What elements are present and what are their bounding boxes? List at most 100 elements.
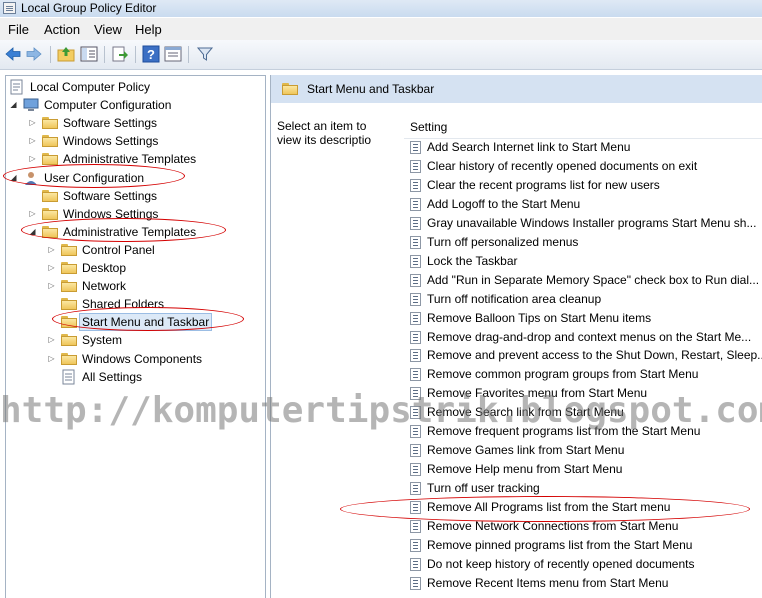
collapse-arrow-icon[interactable]: ◢ bbox=[9, 96, 18, 114]
expand-arrow-icon[interactable]: ▷ bbox=[28, 114, 37, 132]
user-icon bbox=[25, 171, 37, 185]
policy-setting-icon bbox=[410, 159, 421, 173]
forward-arrow-icon[interactable] bbox=[25, 45, 43, 63]
window-title: Local Group Policy Editor bbox=[21, 1, 157, 15]
policy-setting-icon bbox=[410, 387, 421, 401]
setting-row[interactable]: Remove Recent Items menu from Start Menu bbox=[408, 574, 762, 593]
setting-row[interactable]: Gray unavailable Windows Installer progr… bbox=[408, 214, 762, 233]
folder-icon bbox=[42, 135, 58, 148]
policy-setting-icon bbox=[410, 368, 421, 382]
setting-row[interactable]: Remove and prevent access to the Shut Do… bbox=[408, 346, 762, 365]
setting-label: Remove drag-and-drop and context menus o… bbox=[427, 329, 752, 344]
policy-setting-icon bbox=[410, 311, 421, 325]
folder-icon bbox=[61, 352, 77, 365]
policy-setting-icon bbox=[410, 463, 421, 477]
policy-setting-icon bbox=[410, 273, 421, 287]
expand-arrow-icon[interactable]: ▷ bbox=[47, 350, 56, 368]
expand-arrow-icon[interactable]: ▷ bbox=[47, 241, 56, 259]
setting-row[interactable]: Remove frequent programs list from the S… bbox=[408, 422, 762, 441]
setting-row[interactable]: Clear the recent programs list for new u… bbox=[408, 176, 762, 195]
setting-label: Remove Search link from Start Menu bbox=[427, 405, 624, 420]
folder-icon bbox=[61, 262, 77, 274]
policy-setting-icon bbox=[410, 235, 421, 249]
policy-setting-icon bbox=[410, 292, 421, 306]
setting-row[interactable]: Remove Favorites menu from Start Menu bbox=[408, 384, 762, 403]
setting-label: Remove Network Connections from Start Me… bbox=[427, 519, 679, 533]
title-bar: Local Group Policy Editor bbox=[0, 0, 762, 17]
tree-node-label: Windows Settings bbox=[63, 134, 159, 149]
policy-setting-icon bbox=[410, 576, 421, 590]
policy-setting-icon bbox=[410, 482, 421, 496]
expand-arrow-icon[interactable]: ▷ bbox=[28, 150, 37, 168]
folder-icon bbox=[61, 334, 77, 347]
properties-icon[interactable] bbox=[164, 45, 182, 63]
menu-file[interactable]: File bbox=[8, 22, 29, 37]
setting-row[interactable]: Add Search Internet link to Start Menu bbox=[408, 138, 762, 157]
folder-icon bbox=[42, 153, 58, 166]
menu-view[interactable]: View bbox=[94, 22, 122, 37]
setting-row[interactable]: Remove common program groups from Start … bbox=[408, 365, 762, 384]
expand-arrow-icon[interactable]: ▷ bbox=[28, 132, 37, 150]
show-hide-tree-icon[interactable] bbox=[80, 45, 98, 63]
policy-setting-icon bbox=[410, 178, 421, 192]
export-list-icon[interactable] bbox=[111, 45, 129, 63]
setting-row[interactable]: Remove pinned programs list from the Sta… bbox=[408, 536, 762, 555]
tree-node-label: Administrative Templates bbox=[63, 152, 197, 167]
setting-row[interactable]: Remove Games link from Start Menu bbox=[408, 441, 762, 460]
all-settings-icon bbox=[62, 369, 75, 385]
menu-action[interactable]: Action bbox=[44, 22, 80, 37]
expand-arrow-icon[interactable]: ▷ bbox=[47, 259, 56, 277]
setting-row[interactable]: Remove drag-and-drop and context menus o… bbox=[408, 328, 762, 347]
expand-arrow-icon[interactable]: ▷ bbox=[28, 205, 37, 223]
setting-label: Remove frequent programs list from the S… bbox=[427, 424, 701, 439]
setting-row[interactable]: Remove Balloon Tips on Start Menu items bbox=[408, 309, 762, 328]
toolbar-separator bbox=[50, 46, 51, 63]
tree-node-label: All Settings bbox=[82, 369, 143, 384]
setting-row[interactable]: Turn off notification area cleanup bbox=[408, 290, 762, 309]
setting-row[interactable]: Remove Search link from Start Menu bbox=[408, 403, 762, 422]
filter-icon[interactable] bbox=[196, 45, 214, 63]
policy-setting-icon bbox=[410, 254, 421, 268]
policy-setting-icon bbox=[410, 197, 421, 211]
policy-setting-icon bbox=[410, 538, 421, 552]
collapse-arrow-icon[interactable]: ◢ bbox=[28, 223, 37, 241]
setting-row[interactable]: Remove Help menu from Start Menu bbox=[408, 460, 762, 479]
policy-setting-icon bbox=[410, 444, 421, 458]
expand-arrow-icon[interactable]: ▷ bbox=[47, 277, 56, 295]
setting-column-header[interactable]: Setting bbox=[404, 116, 762, 139]
setting-row[interactable]: Remove Network Connections from Start Me… bbox=[408, 517, 762, 536]
help-icon[interactable]: ? bbox=[142, 45, 160, 63]
setting-label: Remove Balloon Tips on Start Menu items bbox=[427, 310, 652, 325]
details-title: Start Menu and Taskbar bbox=[307, 82, 435, 96]
setting-row[interactable]: Clear history of recently opened documen… bbox=[408, 157, 762, 176]
setting-label: Remove and prevent access to the Shut Do… bbox=[427, 348, 762, 363]
setting-row[interactable]: Add Logoff to the Start Menu bbox=[408, 195, 762, 214]
setting-row[interactable]: Turn off personalized menus bbox=[408, 233, 762, 252]
menu-bar: File Action View Help bbox=[0, 18, 762, 40]
back-arrow-icon[interactable] bbox=[4, 45, 22, 63]
setting-row[interactable]: Add "Run in Separate Memory Space" check… bbox=[408, 271, 762, 290]
policy-setting-icon bbox=[410, 141, 421, 154]
setting-label: Add Search Internet link to Start Menu bbox=[427, 140, 631, 154]
toolbar: ? bbox=[0, 40, 762, 70]
expand-arrow-icon[interactable]: ▷ bbox=[47, 331, 56, 349]
setting-label: Lock the Taskbar bbox=[427, 253, 518, 268]
policy-setting-icon bbox=[410, 330, 421, 344]
toolbar-separator bbox=[104, 46, 105, 63]
setting-row[interactable]: Do not keep history of recently opened d… bbox=[408, 555, 762, 574]
collapse-arrow-icon[interactable]: ◢ bbox=[9, 169, 18, 187]
setting-label: Turn off user tracking bbox=[427, 481, 540, 496]
setting-row[interactable]: Turn off user tracking bbox=[408, 479, 762, 498]
setting-label: Add "Run in Separate Memory Space" check… bbox=[427, 272, 760, 287]
setting-row[interactable]: Lock the Taskbar bbox=[408, 252, 762, 271]
policy-setting-icon bbox=[410, 216, 421, 230]
up-folder-icon[interactable] bbox=[57, 45, 75, 63]
setting-row[interactable]: Remove All Programs list from the Start … bbox=[408, 498, 762, 517]
policy-setting-icon bbox=[410, 425, 421, 439]
menu-help[interactable]: Help bbox=[135, 22, 162, 37]
details-pane: Start Menu and Taskbar Select an item to… bbox=[270, 75, 762, 598]
folder-icon bbox=[61, 243, 77, 256]
policy-icon bbox=[10, 79, 23, 95]
